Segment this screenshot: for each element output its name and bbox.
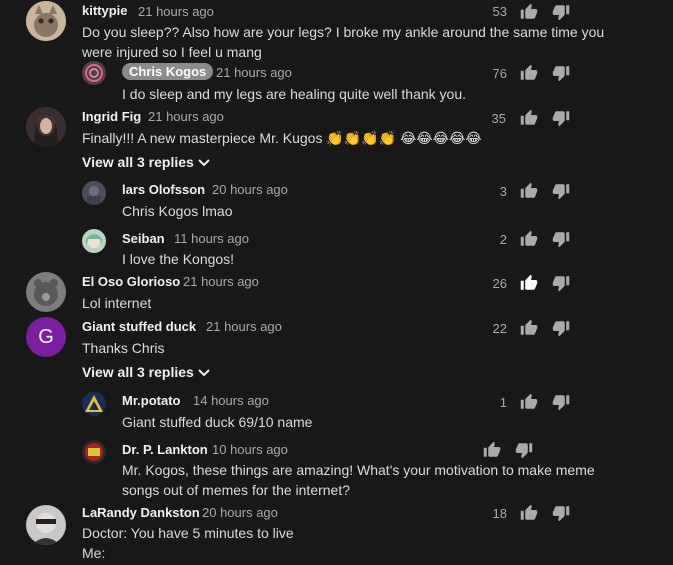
comment-author[interactable]: Seiban	[122, 231, 165, 246]
like-icon[interactable]	[520, 274, 538, 292]
like-icon[interactable]	[520, 182, 538, 200]
comment-timestamp[interactable]: 21 hours ago	[138, 4, 214, 19]
comment-author[interactable]: LaRandy Dankston	[82, 505, 200, 520]
dislike-icon[interactable]	[552, 64, 570, 82]
avatar[interactable]	[82, 181, 106, 205]
dislike-icon[interactable]	[552, 109, 570, 127]
comment-text: Thanks Chris	[82, 340, 165, 356]
comment-author[interactable]: lars Olofsson	[122, 182, 205, 197]
comment-author[interactable]: Mr.potato	[122, 393, 181, 408]
avatar[interactable]	[82, 229, 106, 253]
comment-author[interactable]: Giant stuffed duck	[82, 319, 196, 334]
like-count: 26	[492, 276, 507, 291]
view-replies-button[interactable]: View all 3 replies	[82, 364, 210, 380]
like-count: 2	[499, 232, 507, 247]
comment-text-line2: Me:	[82, 545, 106, 561]
dislike-icon[interactable]	[552, 319, 570, 337]
comment-text: I do sleep and my legs are healing quite…	[122, 86, 466, 102]
like-icon[interactable]	[520, 230, 538, 248]
comment-text: Do you sleep?? Also how are your legs? I…	[82, 24, 605, 60]
dislike-icon[interactable]	[515, 441, 533, 459]
comment-author[interactable]: Dr. P. Lankton	[122, 442, 208, 457]
like-count: 53	[492, 4, 507, 19]
avatar[interactable]	[26, 1, 66, 41]
comment-author[interactable]: El Oso Glorioso	[82, 274, 180, 289]
avatar[interactable]	[82, 61, 106, 85]
avatar[interactable]	[82, 440, 106, 464]
like-icon[interactable]	[520, 3, 538, 21]
like-icon[interactable]	[520, 64, 538, 82]
like-icon[interactable]	[520, 109, 538, 127]
like-icon[interactable]	[483, 441, 501, 459]
comment-author[interactable]: kittypie	[82, 3, 128, 18]
comment-text: Chris Kogos lmao	[122, 203, 233, 219]
comment-timestamp[interactable]: 14 hours ago	[193, 393, 269, 408]
avatar-letter: G	[38, 325, 54, 348]
like-count: 22	[492, 321, 507, 336]
creator-badge[interactable]: Chris Kogos	[122, 63, 214, 80]
comment-timestamp[interactable]: 21 hours ago	[148, 109, 224, 124]
comment-text: Doctor: You have 5 minutes to live	[82, 525, 294, 541]
comment-author[interactable]: Ingrid Fig	[82, 109, 141, 124]
avatar[interactable]	[26, 505, 66, 545]
comment-timestamp[interactable]: 20 hours ago	[212, 182, 288, 197]
view-replies-label: View all 3 replies	[82, 364, 194, 380]
like-icon[interactable]	[520, 504, 538, 522]
like-icon[interactable]	[520, 393, 538, 411]
dislike-icon[interactable]	[552, 230, 570, 248]
dislike-icon[interactable]	[552, 274, 570, 292]
like-count: 3	[499, 184, 507, 199]
like-count: 1	[499, 395, 507, 410]
comment-text: Mr. Kogos, these things are amazing! Wha…	[122, 462, 595, 498]
comment-timestamp[interactable]: 20 hours ago	[202, 505, 278, 520]
view-replies-button[interactable]: View all 3 replies	[82, 154, 210, 170]
dislike-icon[interactable]	[552, 3, 570, 21]
comment-text: Lol internet	[82, 295, 152, 311]
dislike-icon[interactable]	[552, 504, 570, 522]
chevron-down-icon	[198, 159, 210, 167]
view-replies-label: View all 3 replies	[82, 154, 194, 170]
comment-timestamp[interactable]: 11 hours ago	[174, 231, 249, 246]
comment-timestamp[interactable]: 21 hours ago	[206, 319, 282, 334]
comment-timestamp[interactable]: 21 hours ago	[183, 274, 259, 289]
comment-text: Finally!!! A new masterpiece Mr. Kugos 👏…	[82, 130, 482, 146]
like-count: 35	[491, 111, 506, 126]
avatar[interactable]	[26, 107, 66, 147]
like-icon[interactable]	[520, 319, 538, 337]
dislike-icon[interactable]	[552, 182, 570, 200]
comment-text: I love the Kongos!	[122, 251, 235, 267]
dislike-icon[interactable]	[552, 393, 570, 411]
avatar[interactable]	[26, 272, 66, 312]
comment-timestamp[interactable]: 10 hours ago	[212, 442, 288, 457]
like-count: 18	[492, 506, 507, 521]
chevron-down-icon	[198, 369, 210, 377]
comment-timestamp[interactable]: 21 hours ago	[216, 65, 292, 80]
avatar[interactable]: G	[26, 317, 66, 357]
comment-text: Giant stuffed duck 69/10 name	[122, 414, 313, 430]
avatar[interactable]	[82, 392, 106, 416]
like-count: 76	[492, 66, 507, 81]
